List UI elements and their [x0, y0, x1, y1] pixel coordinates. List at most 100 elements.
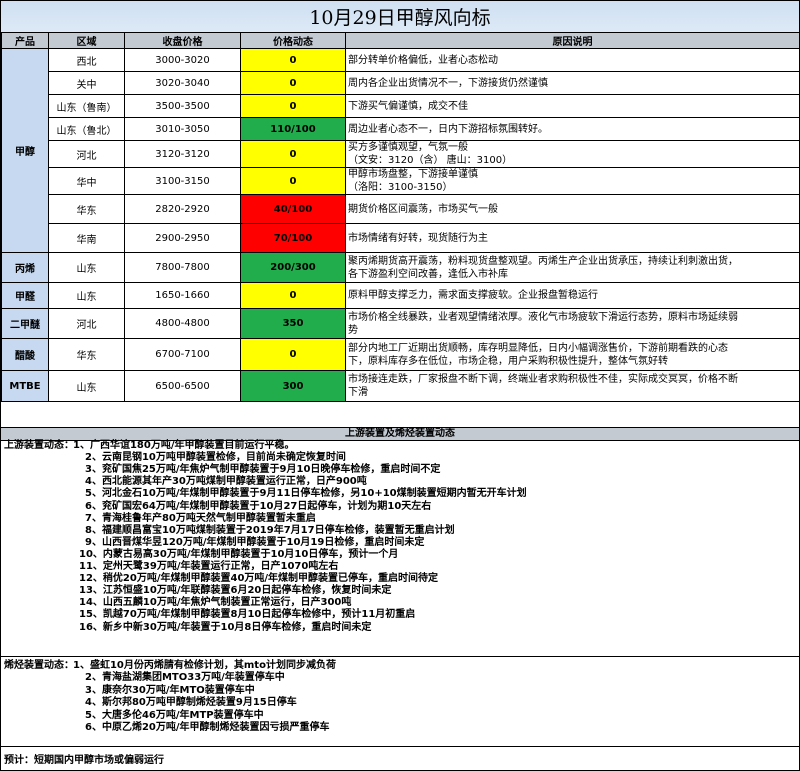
price-cell: 3500-3500 [124, 94, 241, 118]
product-cell: 二甲醚 [1, 308, 49, 339]
reason-line: 下游买气偏谨慎，成交不佳 [348, 100, 468, 112]
price-cell: 7800-7800 [124, 252, 241, 283]
reason-line: 甲醇市场盘整，下游接单谨慎 [348, 169, 478, 180]
note-item: 1、盛虹10月份丙烯腈有检修计划，其mto计划同步减负荷 [73, 660, 336, 671]
reason-line: 聚丙烯期货高开震荡，粉料现货盘整观望。丙烯生产企业出货承压，持续让利刺激出货， [348, 255, 738, 267]
table-row: 山东（鲁南） 3500-3500 0 下游买气偏谨慎，成交不佳 [2, 94, 800, 118]
reason-line: 部分内地工厂近期出货顺畅，库存明显降低，日内小幅调涨售价，下游前期看跌的心态 [348, 342, 728, 354]
olefin-label: 烯烃装置动态： [4, 660, 74, 671]
reason-cell: 市场价格全线暴跌，业者观望情绪浓厚。液化气市场疲软下滑运行态势，原料市场延续弱势 [345, 308, 800, 339]
reason-line: 周内各企业出货情况不一，下游接货仍然谨慎 [348, 77, 548, 89]
note-item: 12、稍优20万吨/年煤制甲醇装置40万吨/年煤制甲醇装置已停车，重启时间待定 [79, 573, 439, 585]
page-title: 10月29日甲醇风向标 [1, 1, 799, 33]
reason-cell: 市场情绪有好转，现货随行为主 [345, 223, 800, 253]
table-row: 华中 3100-3150 0 甲醇市场盘整，下游接单谨慎 （洛阳：3100-3150） [2, 167, 800, 195]
note-item: 4、斯尔邦80万吨甲醇制烯烃装置9月15日停车 [85, 697, 297, 709]
price-cell: 3120-3120 [124, 140, 241, 168]
price-change-cell: 0 [240, 338, 346, 371]
region-cell: 河北 [48, 308, 125, 339]
reason-line: 市场接连走跌，厂家报盘不断下调，终端业者求购积极性不佳，实际成交冥冥，价格不断 [348, 374, 738, 385]
region-cell: 华中 [48, 167, 125, 195]
price-table: 产品 区域 收盘价格 价格动态 原因说明 甲醇 西北 3000-3020 0 部分转单价… [1, 32, 800, 402]
note-item: 15、凯越70万吨/年煤制甲醇装置8月10日起停车检修中，预计11月初重启 [79, 609, 416, 621]
reason-line: 势 [348, 324, 358, 336]
region-cell: 华南 [48, 223, 125, 253]
reason-cell: 甲醇市场盘整，下游接单谨慎 （洛阳：3100-3150） [345, 167, 800, 195]
reason-cell: 周边业者心态不一，日内下游招标氛围转好。 [345, 117, 800, 141]
price-change-cell: 0 [240, 48, 346, 72]
header-region: 区域 [48, 32, 125, 49]
reason-line: 买方多谨慎观望，气氛一般 [348, 142, 468, 153]
note-item: 16、新乡中新30万吨/年装置于10月8日停车检修，重启时间未定 [79, 621, 372, 633]
table-row: 丙烯 山东 7800-7800 200/300 聚丙烯期货高开震荡，粉料现货盘整观望。丙… [1, 252, 800, 283]
reason-line: 周边业者心态不一，日内下游招标氛围转好。 [348, 123, 548, 135]
reason-cell: 原料甲醇支撑乏力，需求面支撑疲软。企业报盘暂稳运行 [345, 282, 800, 309]
note-item: 5、大唐多伦46万吨/年MTP装置停车中 [85, 709, 264, 721]
forecast-text: 预计：短期国内甲醇市场或偏弱运行 [4, 755, 164, 766]
table-row: 醋酸 华东 6700-7100 0 部分内地工厂近期出货顺畅，库存明显降低，日内小幅调涨… [1, 338, 800, 371]
price-cell: 2820-2920 [124, 194, 241, 224]
price-change-cell: 0 [240, 282, 346, 309]
reason-line: 原料甲醇支撑乏力，需求面支撑疲软。企业报盘暂稳运行 [348, 290, 598, 301]
product-cell: 醋酸 [1, 338, 49, 371]
note-item: 2、青海盐湖集团MTO33万吨/年装置停车中 [85, 672, 285, 684]
table-row: 山东（鲁北） 3010-3050 110/100 周边业者心态不一，日内下游招标氛围转… [2, 117, 800, 141]
reason-line: （洛阳：3100-3150） [348, 182, 453, 193]
table-row: MTBE 山东 6500-6500 300 市场接连走跌，厂家报盘不断下调，终端业者求购… [1, 370, 800, 402]
header-reason: 原因说明 [345, 32, 800, 49]
reason-cell: 部分内地工厂近期出货顺畅，库存明显降低，日内小幅调涨售价，下游前期看跌的心态 下，… [345, 338, 800, 371]
note-item: 6、兖矿国宏64万吨/年煤制甲醇装置于10月27日起停车，计划为期10天左右 [85, 500, 432, 512]
reason-line: 下滑 [348, 387, 368, 398]
price-sheet: 10月29日甲醇风向标 产品 区域 收盘价格 价格动态 原因说明 甲醇 西北 300… [0, 0, 800, 771]
region-cell: 西北 [48, 48, 125, 72]
price-cell: 4800-4800 [124, 308, 241, 339]
region-cell: 河北 [48, 140, 125, 168]
note-item: 10、内蒙古易高30万吨/年煤制甲醇装置于10月10日停车，预计一个月 [79, 548, 399, 560]
price-cell: 3100-3150 [124, 167, 241, 195]
price-cell: 1650-1660 [124, 282, 241, 309]
price-change-cell: 200/300 [240, 252, 346, 283]
price-cell: 6500-6500 [124, 370, 241, 402]
region-cell: 山东 [48, 370, 125, 402]
price-cell: 3000-3020 [124, 48, 241, 72]
table-row: 华东 2820-2920 40/100 期货价格区间震荡，市场买气一般 [2, 194, 800, 224]
reason-line: 部分转单价格偏低，业者心态松动 [348, 54, 498, 66]
header-price-change: 价格动态 [240, 32, 346, 49]
price-change-cell: 40/100 [240, 194, 346, 224]
note-item: 1、广西华谊180万吨/年甲醇装置目前运行平稳。 [73, 440, 295, 451]
table-row: 关中 3020-3040 0 周内各企业出货情况不一，下游接货仍然谨慎 [2, 71, 800, 95]
reason-cell: 期货价格区间震荡，市场买气一般 [345, 194, 800, 224]
note-item: 3、康奈尔30万吨/年MTO装置停车中 [85, 684, 255, 696]
table-row: 甲醛 山东 1650-1660 0 原料甲醇支撑乏力，需求面支撑疲软。企业报盘暂稳运行 [1, 282, 800, 309]
region-cell: 山东 [48, 282, 125, 309]
note-item: 4、西北能源其年产30万吨煤制甲醇装置运行正常，日产900吨 [85, 476, 367, 488]
price-change-cell: 0 [240, 71, 346, 95]
upstream-notes: 上游装置动态： 1、广西华谊180万吨/年甲醇装置目前运行平稳。 2、云南昆钢10… [1, 440, 799, 654]
product-cell: 甲醛 [1, 282, 49, 309]
table-row: 甲醇 西北 3000-3020 0 部分转单价格偏低，业者心态松动 [1, 48, 800, 253]
price-change-cell: 0 [240, 94, 346, 118]
price-change-cell: 350 [240, 308, 346, 339]
note-item: 7、青海桂鲁年产80万吨天然气制甲醇装置暂未重启 [85, 512, 316, 524]
divider [1, 656, 799, 657]
region-cell: 华东 [48, 338, 125, 371]
price-cell: 3020-3040 [124, 71, 241, 95]
table-header-row: 产品 区域 收盘价格 价格动态 原因说明 [1, 32, 800, 49]
price-change-cell: 300 [240, 370, 346, 402]
price-change-cell: 110/100 [240, 117, 346, 141]
divider [1, 746, 799, 747]
region-cell: 山东（鲁南） [48, 94, 125, 118]
olefin-notes: 烯烃装置动态： 1、盛虹10月份丙烯腈有检修计划，其mto计划同步减负荷 2、青海… [1, 660, 799, 740]
price-cell: 3010-3050 [124, 117, 241, 141]
note-item: 8、福建顺昌富宝10万吨煤制装置于2019年7月17日停车检修，装置暂无重启计划 [85, 524, 455, 536]
upstream-label: 上游装置动态： [4, 440, 74, 451]
note-item: 5、河北金石10万吨/年煤制甲醇装置于9月11日停车检修，另10+10煤制装置短… [85, 488, 527, 500]
reason-cell: 市场接连走跌，厂家报盘不断下调，终端业者求购积极性不佳，实际成交冥冥，价格不断下… [345, 370, 800, 402]
reason-cell: 周内各企业出货情况不一，下游接货仍然谨慎 [345, 71, 800, 95]
region-cell: 山东（鲁北） [48, 117, 125, 141]
reason-cell: 部分转单价格偏低，业者心态松动 [345, 48, 800, 72]
table-row: 河北 3120-3120 0 买方多谨慎观望，气氛一般 （文安：3120（含） 唐山：3… [2, 140, 800, 168]
table-row: 二甲醚 河北 4800-4800 350 市场价格全线暴跌，业者观望情绪浓厚。液化气市场… [1, 308, 800, 339]
product-cell: 丙烯 [1, 252, 49, 283]
product-cell: MTBE [1, 370, 49, 402]
